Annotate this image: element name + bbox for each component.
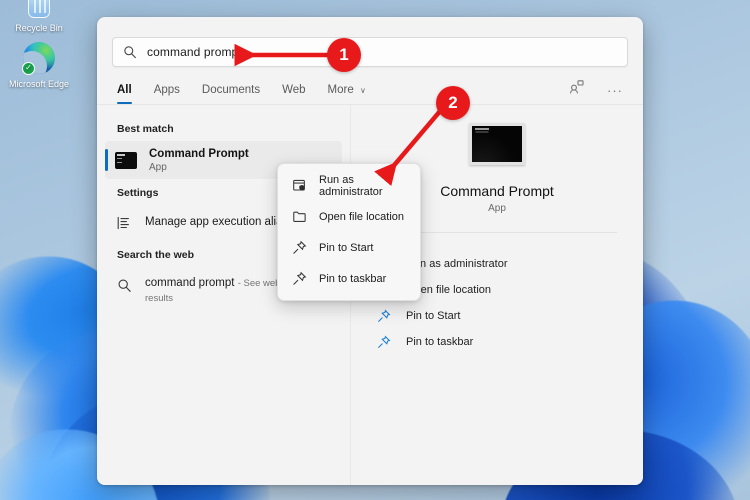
search-filter-tabs: All Apps Documents Web More ∨ ···	[97, 67, 643, 105]
preview-action-pin-to-start[interactable]: Pin to Start	[375, 303, 643, 329]
ellipsis-glyph: ···	[607, 83, 623, 98]
tab-label: Web	[282, 84, 305, 96]
search-icon	[115, 276, 133, 294]
pin-icon	[290, 270, 308, 288]
tab-label: Apps	[154, 84, 180, 96]
context-menu-item-label: Pin to Start	[319, 242, 373, 254]
tab-apps[interactable]: Apps	[154, 84, 180, 104]
desktop-icon-microsoft-edge[interactable]: ✓ Microsoft Edge	[2, 40, 76, 90]
pin-icon	[375, 333, 393, 351]
annotation-badge-1: 1	[327, 38, 361, 72]
recycle-bin-icon	[21, 0, 57, 20]
tab-more[interactable]: More ∨	[328, 84, 366, 104]
web-result-query: command prompt	[145, 277, 234, 289]
tab-label: More	[328, 84, 354, 96]
command-prompt-thumbnail	[469, 123, 525, 165]
chevron-down-icon: ∨	[360, 86, 366, 95]
preview-action-label: Pin to taskbar	[406, 336, 473, 348]
context-menu-item-label: Open file location	[319, 211, 404, 223]
desktop-icon-label: Recycle Bin	[15, 23, 63, 33]
preview-action-label: Pin to Start	[406, 310, 460, 322]
context-menu-item-pin-to-start[interactable]: Pin to Start	[278, 232, 420, 263]
context-menu-item-pin-to-taskbar[interactable]: Pin to taskbar	[278, 263, 420, 294]
best-match-heading: Best match	[97, 115, 350, 141]
context-menu-item-open-file-location[interactable]: Open file location	[278, 201, 420, 232]
tab-label: All	[117, 84, 132, 96]
shield-window-icon	[290, 177, 308, 195]
sync-check-badge-icon: ✓	[22, 62, 35, 75]
search-input[interactable]: command prompt	[112, 37, 628, 67]
result-label: Manage app execution alias	[145, 214, 288, 230]
search-bar-row: command prompt	[97, 17, 643, 67]
more-options-icon[interactable]: ···	[607, 83, 623, 104]
context-menu: Run as administrator Open file location …	[277, 163, 421, 301]
tab-label: Documents	[202, 84, 260, 96]
context-menu-item-run-as-administrator[interactable]: Run as administrator	[278, 170, 420, 201]
share-people-icon[interactable]	[569, 79, 585, 104]
search-icon	[123, 45, 137, 59]
microsoft-edge-icon: ✓	[21, 40, 57, 76]
desktop-icon-recycle-bin[interactable]: Recycle Bin	[2, 0, 76, 34]
tab-documents[interactable]: Documents	[202, 84, 260, 104]
settings-list-icon	[115, 214, 133, 232]
context-menu-item-label: Run as administrator	[319, 174, 408, 198]
preview-action-label: Run as administrator	[406, 258, 508, 270]
preview-action-pin-to-taskbar[interactable]: Pin to taskbar	[375, 329, 643, 355]
context-menu-item-label: Pin to taskbar	[319, 273, 386, 285]
tab-all[interactable]: All	[117, 84, 132, 104]
pin-icon	[290, 239, 308, 257]
result-subtitle: App	[149, 161, 249, 174]
command-prompt-icon	[115, 152, 137, 169]
desktop-icon-label: Microsoft Edge	[9, 79, 69, 89]
folder-icon	[290, 208, 308, 226]
pin-icon	[375, 307, 393, 325]
search-input-value: command prompt	[147, 45, 242, 59]
annotation-badge-2: 2	[436, 86, 470, 120]
tab-web[interactable]: Web	[282, 84, 305, 104]
result-title: Command Prompt	[149, 147, 249, 161]
